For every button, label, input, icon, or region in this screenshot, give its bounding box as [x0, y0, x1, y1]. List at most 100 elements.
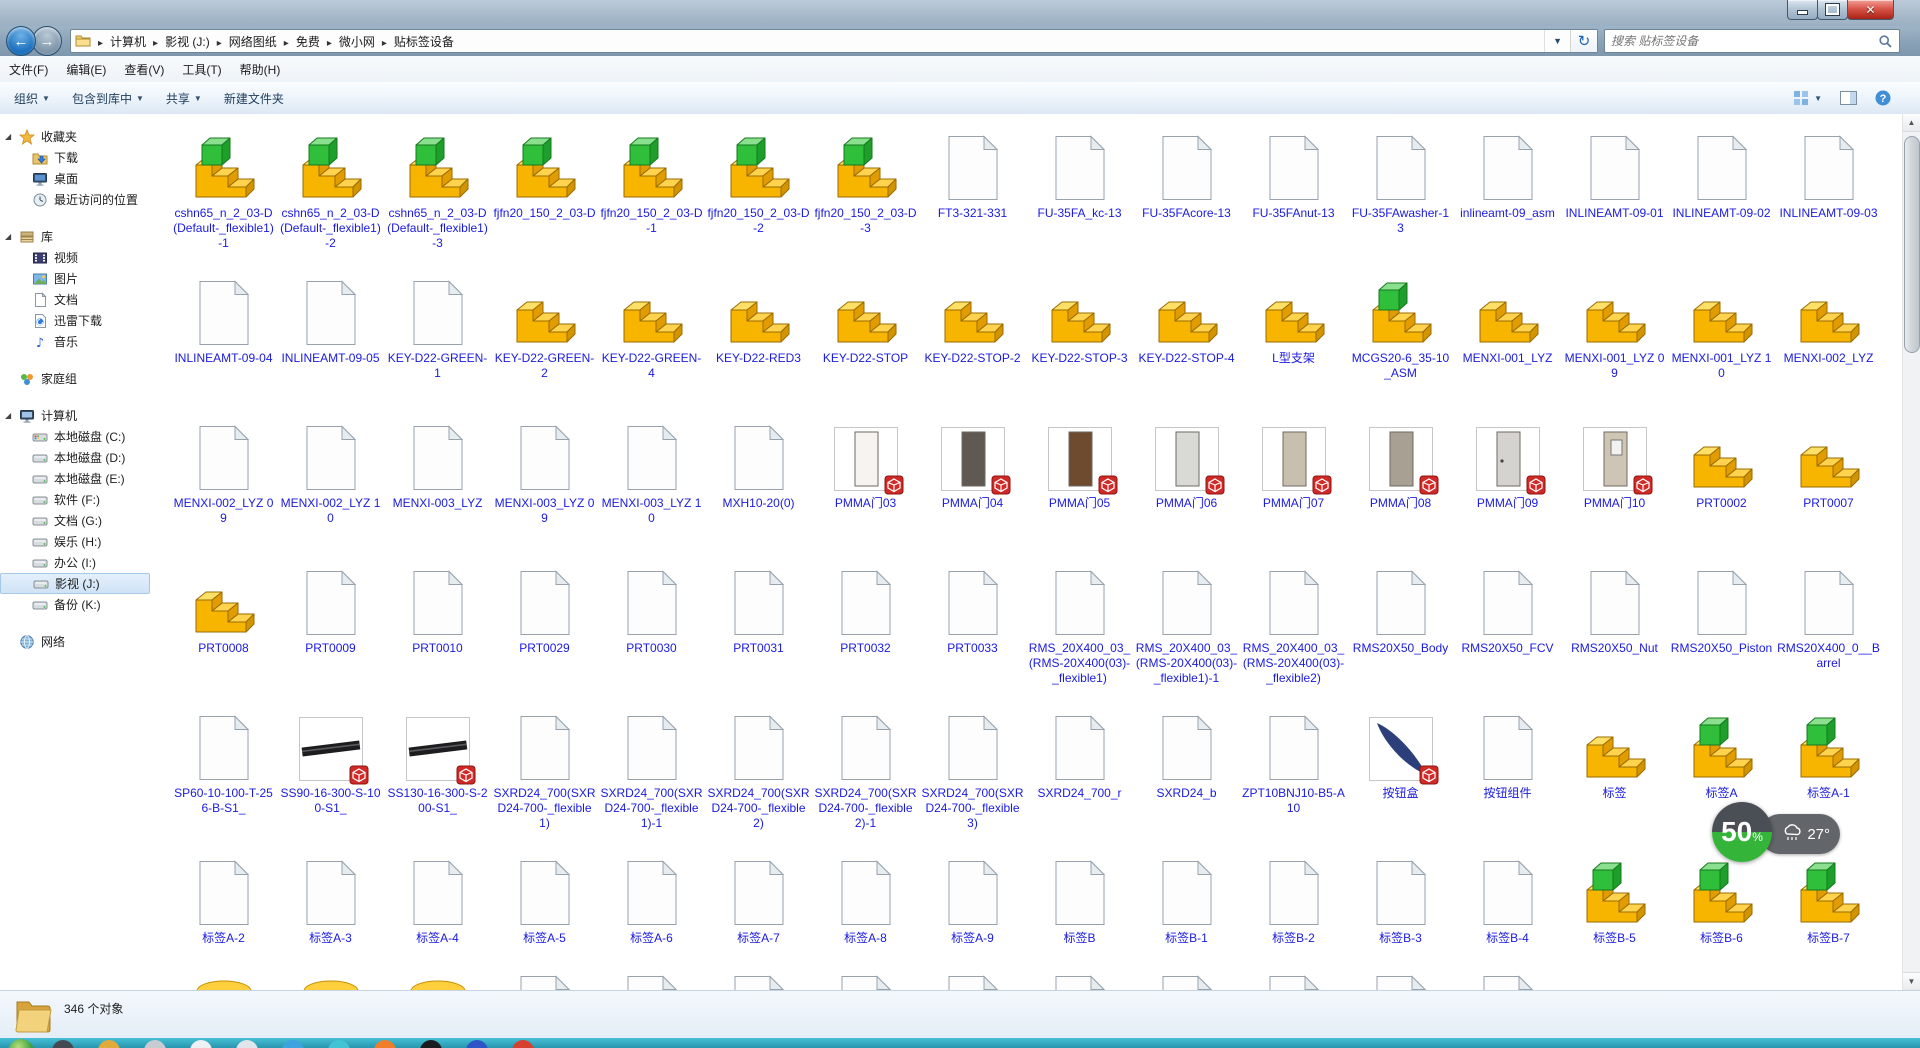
start-button-icon[interactable] — [8, 1039, 34, 1048]
file-item[interactable]: PMMA门09 — [1454, 406, 1561, 551]
file-item[interactable] — [598, 975, 705, 990]
file-item[interactable]: INLINEAMT-09-04 — [170, 261, 277, 406]
menu-item[interactable]: 帮助(H) — [231, 56, 290, 82]
file-item[interactable]: SXRD24_700(SXRD24-700-_flexible1)-1 — [598, 696, 705, 841]
file-item[interactable]: 标签A-9 — [919, 841, 1026, 986]
file-item[interactable]: cshn65_n_2_03-D(Default-_flexible1)-2 — [277, 116, 384, 261]
file-item[interactable] — [384, 975, 491, 990]
file-item[interactable]: 标签B-7 — [1775, 841, 1882, 986]
sidebar-item[interactable]: 视频 — [0, 247, 164, 268]
file-item[interactable]: PMMA门05 — [1026, 406, 1133, 551]
taskbar-app-icon[interactable] — [374, 1040, 396, 1048]
file-item[interactable]: INLINEAMT-09-05 — [277, 261, 384, 406]
file-item[interactable]: ZPT10BNJ10-B5-A10 — [1240, 696, 1347, 841]
file-item[interactable] — [1240, 975, 1347, 990]
file-item[interactable]: 标签B-5 — [1561, 841, 1668, 986]
sidebar-item[interactable]: 文档 — [0, 289, 164, 310]
sidebar-item[interactable]: 图片 — [0, 268, 164, 289]
file-item[interactable]: fjfn20_150_2_03-D-3 — [812, 116, 919, 261]
file-item[interactable]: MXH10-20(0) — [705, 406, 812, 551]
file-item[interactable]: 标签B-4 — [1454, 841, 1561, 986]
file-item[interactable]: RMS20X400_0__Barrel — [1775, 551, 1882, 696]
sidebar-item[interactable]: 本地磁盘 (E:) — [0, 468, 164, 489]
file-item[interactable]: SP60-10-100-T-256-B-S1_ — [170, 696, 277, 841]
search-box[interactable] — [1604, 29, 1900, 53]
file-item[interactable]: 标签B — [1026, 841, 1133, 986]
file-item[interactable]: RMS20X50_Piston — [1668, 551, 1775, 696]
expand-twisty-icon[interactable]: ◢ — [5, 232, 15, 241]
weather-pill[interactable]: 27° — [1760, 814, 1840, 854]
file-item[interactable]: PRT0033 — [919, 551, 1026, 696]
file-item[interactable]: SXRD24_700(SXRD24-700-_flexible3) — [919, 696, 1026, 841]
sidebar-group-1[interactable]: ◢ 库 — [0, 226, 164, 247]
maximize-button[interactable] — [1817, 0, 1848, 20]
close-button[interactable]: ✕ — [1847, 0, 1894, 20]
file-item[interactable]: MENXI-002_LYZ 10 — [277, 406, 384, 551]
file-item[interactable]: INLINEAMT-09-02 — [1668, 116, 1775, 261]
file-item[interactable]: cshn65_n_2_03-D(Default-_flexible1)-3 — [384, 116, 491, 261]
file-item[interactable]: PRT0009 — [277, 551, 384, 696]
file-item[interactable]: 标签B-6 — [1668, 841, 1775, 986]
forward-button[interactable]: → — [32, 26, 62, 56]
file-item[interactable]: SXRD24_700(SXRD24-700-_flexible2) — [705, 696, 812, 841]
toolbar-button[interactable]: 包含到库中 ▼ — [64, 86, 152, 111]
file-item[interactable]: PRT0029 — [491, 551, 598, 696]
window-titlebar[interactable]: ✕ — [0, 0, 1920, 27]
file-item[interactable]: 按钮组件 — [1454, 696, 1561, 841]
file-item[interactable]: INLINEAMT-09-03 — [1775, 116, 1882, 261]
file-item[interactable]: 标签 — [1561, 696, 1668, 841]
file-item[interactable]: SXRD24_700(SXRD24-700-_flexible1) — [491, 696, 598, 841]
file-item[interactable]: 按钮盒 — [1347, 696, 1454, 841]
file-item[interactable]: 标签A-7 — [705, 841, 812, 986]
minimize-button[interactable] — [1787, 0, 1818, 20]
file-item[interactable]: fjfn20_150_2_03-D-1 — [598, 116, 705, 261]
file-item[interactable]: FU-35FAwasher-13 — [1347, 116, 1454, 261]
file-item[interactable]: PRT0010 — [384, 551, 491, 696]
sidebar-item[interactable]: 娱乐 (H:) — [0, 531, 164, 552]
vertical-scrollbar[interactable]: ▲ ▼ — [1902, 114, 1920, 990]
file-item[interactable]: inlineamt-09_asm — [1454, 116, 1561, 261]
address-dropdown-button[interactable]: ▼ — [1544, 30, 1570, 52]
taskbar-app-icon[interactable] — [328, 1040, 350, 1048]
sidebar-item[interactable]: 本地磁盘 (C:) — [0, 426, 164, 447]
toolbar-button[interactable]: 新建文件夹 — [216, 86, 292, 111]
sidebar-item[interactable]: 迅雷下载 — [0, 310, 164, 331]
taskbar-app-icon[interactable] — [420, 1040, 442, 1048]
sidebar-group-2[interactable]: 家庭组 — [0, 368, 164, 389]
breadcrumb-item[interactable]: 计算机 — [110, 35, 146, 49]
file-item[interactable]: 标签A-4 — [384, 841, 491, 986]
menu-item[interactable]: 工具(T) — [173, 56, 230, 82]
file-item[interactable]: KEY-D22-STOP-3 — [1026, 261, 1133, 406]
back-button[interactable]: ← — [6, 26, 36, 56]
file-item[interactable]: fjfn20_150_2_03-D-2 — [705, 116, 812, 261]
menu-item[interactable]: 编辑(E) — [57, 56, 115, 82]
file-item[interactable]: MENXI-002_LYZ 09 — [170, 406, 277, 551]
file-item[interactable] — [1133, 975, 1240, 990]
sidebar-item[interactable]: 软件 (F:) — [0, 489, 164, 510]
file-item[interactable]: PMMA门06 — [1133, 406, 1240, 551]
taskbar-app-icon[interactable] — [512, 1040, 534, 1048]
scroll-down-arrow-icon[interactable]: ▼ — [1903, 972, 1920, 990]
sidebar-item[interactable]: 本地磁盘 (D:) — [0, 447, 164, 468]
file-item[interactable]: 标签A-3 — [277, 841, 384, 986]
file-item[interactable] — [1454, 975, 1561, 990]
sidebar-item[interactable]: ♪ 音乐 — [0, 331, 164, 352]
sidebar-item[interactable]: 影视 (J:) — [0, 573, 150, 594]
sidebar-item[interactable]: 桌面 — [0, 168, 164, 189]
file-item[interactable]: RMS_20X400_03_(RMS-20X400(03)-_flexible1… — [1133, 551, 1240, 696]
file-item[interactable]: SS90-16-300-S-100-S1_ — [277, 696, 384, 841]
menu-item[interactable]: 查看(V) — [115, 56, 173, 82]
file-item[interactable]: cshn65_n_2_03-D(Default-_flexible1)-1 — [170, 116, 277, 261]
file-item[interactable]: FU-35FAnut-13 — [1240, 116, 1347, 261]
file-item[interactable]: RMS20X50_FCV — [1454, 551, 1561, 696]
file-item[interactable]: MENXI-001_LYZ — [1454, 261, 1561, 406]
file-item[interactable]: SXRD24_b — [1133, 696, 1240, 841]
file-item[interactable]: PRT0002 — [1668, 406, 1775, 551]
file-item[interactable]: KEY-D22-GREEN-2 — [491, 261, 598, 406]
file-item[interactable]: L型支架 — [1240, 261, 1347, 406]
breadcrumb-item[interactable]: 网络图纸 — [229, 35, 277, 49]
expand-twisty-icon[interactable]: ◢ — [5, 411, 15, 420]
refresh-button[interactable]: ↻ — [1570, 30, 1597, 52]
toolbar-button[interactable]: 组织 ▼ — [6, 86, 58, 111]
sidebar-item[interactable]: 文档 (G:) — [0, 510, 164, 531]
